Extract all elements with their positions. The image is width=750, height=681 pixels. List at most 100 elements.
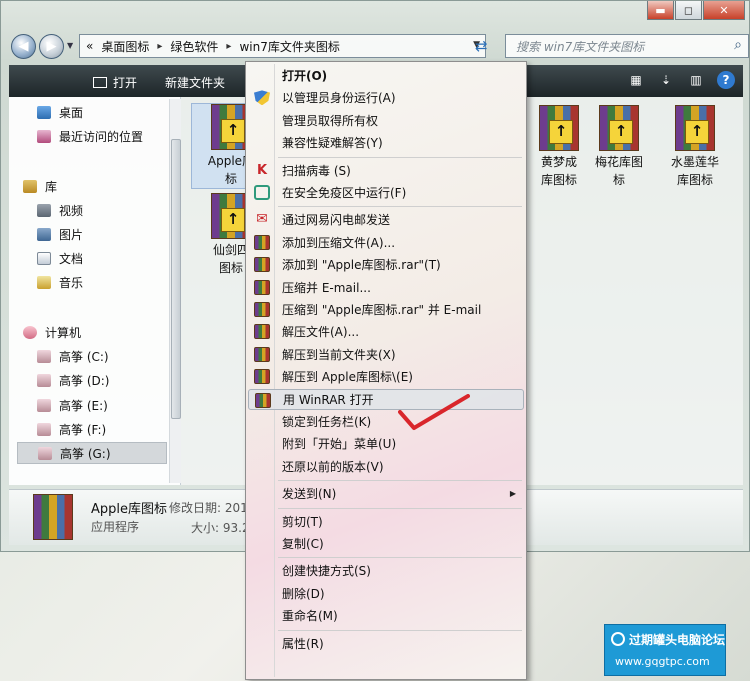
nav-label: 桌面	[59, 105, 84, 120]
menu-item[interactable]: 剪切(T)	[248, 511, 524, 532]
sandbox-icon	[254, 185, 270, 200]
menu-item-label: 重命名(M)	[282, 609, 338, 624]
file-item-shuimo[interactable]: 水墨莲华 库图标	[655, 105, 735, 189]
minimize-button[interactable]: ▬	[647, 1, 674, 20]
maximize-button[interactable]: ◻	[675, 1, 702, 20]
nav-label: 文档	[59, 251, 84, 266]
menu-item[interactable]: 压缩到 "Apple库图标.rar" 并 E-mail	[248, 299, 524, 320]
search-icon[interactable]: ⌕	[734, 37, 742, 53]
back-button[interactable]: ◀	[11, 34, 36, 59]
winrar-file-icon	[33, 494, 73, 540]
nav-item-drive-g[interactable]: 高筝 (G:)	[17, 442, 167, 464]
nav-item-drive-e[interactable]: 高筝 (E:)	[37, 394, 108, 416]
menu-item-label: 属性(R)	[282, 636, 324, 651]
winrar-file-icon	[599, 105, 639, 151]
menu-item-label: 解压文件(A)...	[282, 325, 360, 340]
menu-item[interactable]: 用 WinRAR 打开	[248, 388, 524, 410]
menu-item[interactable]: 发送到(N) ▶	[248, 483, 524, 504]
winrar-icon	[255, 392, 271, 408]
nav-item-drive-d[interactable]: 高筝 (D:)	[37, 369, 109, 391]
menu-separator	[278, 480, 522, 482]
nav-label: 最近访问的位置	[59, 129, 144, 144]
nav-item-drive-c[interactable]: 高筝 (C:)	[37, 345, 109, 367]
new-folder-button[interactable]: 新建文件夹	[165, 74, 225, 91]
menu-item[interactable]: 添加到压缩文件(A)...	[248, 232, 524, 253]
refresh-icon[interactable]: ⇄	[475, 37, 488, 55]
recent-pages-dropdown[interactable]: ▼	[67, 41, 73, 50]
menu-item[interactable]: 解压到 Apple库图标\(E)	[248, 366, 524, 387]
details-size: 大小: 93.2	[191, 521, 250, 535]
menu-item[interactable]: 管理员取得所有权	[248, 110, 524, 131]
menu-item[interactable]: 兼容性疑难解答(Y)	[248, 132, 524, 153]
nav-scrollbar[interactable]	[169, 99, 181, 483]
nav-item-documents[interactable]: 文档	[37, 247, 83, 269]
context-menu: 打开(O) 以管理员身份运行(A) 管理员取得所有权 兼容性疑难解答(Y) K 扫描病毒 …	[245, 61, 527, 680]
menu-item[interactable]: 还原以前的版本(V)	[248, 456, 524, 477]
menu-item[interactable]: 复制(C)	[248, 533, 524, 554]
details-file-name: Apple库图标	[91, 502, 168, 517]
view-dropdown-icon[interactable]: ⇣	[657, 71, 675, 89]
menu-item[interactable]: 添加到 "Apple库图标.rar"(T)	[248, 254, 524, 275]
nav-item-libraries[interactable]: 库	[23, 175, 57, 197]
nav-item-recent-places[interactable]: 最近访问的位置	[37, 125, 143, 147]
breadcrumb-item[interactable]: 桌面图标	[101, 38, 149, 55]
submenu-arrow-icon: ▶	[509, 489, 516, 499]
menu-item-label: 兼容性疑难解答(Y)	[282, 136, 383, 151]
view-options-icon[interactable]: ▦	[627, 71, 645, 89]
open-button[interactable]: 打开	[93, 74, 137, 91]
menu-item-label: 删除(D)	[282, 586, 325, 601]
winrar-file-icon	[675, 105, 715, 151]
menu-item[interactable]: 附到「开始」菜单(U)	[248, 433, 524, 454]
nav-item-music[interactable]: 音乐	[37, 271, 83, 293]
menu-item-label: 剪切(T)	[282, 514, 323, 529]
menu-item[interactable]: 在安全免疫区中运行(F)	[248, 182, 524, 203]
menu-item[interactable]: 删除(D)	[248, 583, 524, 604]
menu-item[interactable]: K 扫描病毒 (S)	[248, 160, 524, 181]
breadcrumb-overflow[interactable]: «	[86, 39, 93, 53]
preview-pane-icon[interactable]: ▥	[687, 71, 705, 89]
desktop-icon	[37, 105, 51, 119]
nav-item-pictures[interactable]: 图片	[37, 223, 83, 245]
menu-separator	[278, 156, 522, 158]
menu-item[interactable]: 重命名(M)	[248, 605, 524, 626]
menu-item[interactable]: 解压到当前文件夹(X)	[248, 344, 524, 365]
menu-item[interactable]: ✉ 通过网易闪电邮发送	[248, 209, 524, 230]
menu-item[interactable]: 解压文件(A)...	[248, 321, 524, 342]
menu-item[interactable]: 属性(R)	[248, 633, 524, 654]
breadcrumb-item[interactable]: 绿色软件	[170, 38, 218, 55]
menu-item[interactable]: 打开(O)	[248, 65, 524, 86]
nav-label: 高筝 (D:)	[59, 373, 110, 388]
menu-item-label: 添加到压缩文件(A)...	[282, 235, 396, 250]
search-input[interactable]: 搜索 win7库文件夹图标 ⌕	[505, 34, 749, 58]
file-item-meihua[interactable]: 梅花库图 标	[579, 105, 659, 189]
help-icon[interactable]: ?	[717, 71, 735, 89]
menu-separator	[278, 557, 522, 559]
scrollbar-thumb[interactable]	[171, 139, 181, 419]
menu-item-label: 管理员取得所有权	[282, 113, 379, 128]
menu-separator	[278, 206, 522, 208]
forward-button[interactable]: ▶	[39, 34, 64, 59]
menu-item-label: 压缩并 E-mail...	[282, 280, 371, 295]
menu-item-label: 附到「开始」菜单(U)	[282, 437, 397, 452]
menu-item-label: 发送到(N)	[282, 487, 337, 502]
nav-item-computer[interactable]: 计算机	[23, 321, 81, 343]
menu-item[interactable]: 压缩并 E-mail...	[248, 277, 524, 298]
address-bar[interactable]: « 桌面图标 ▸ 绿色软件 ▸ win7库文件夹图标 ▼	[79, 34, 486, 58]
nav-item-videos[interactable]: 视频	[37, 199, 83, 221]
menu-item[interactable]: 锁定到任务栏(K)	[248, 411, 524, 432]
menu-item[interactable]: 以管理员身份运行(A)	[248, 87, 524, 108]
menu-item[interactable]: 创建快捷方式(S)	[248, 560, 524, 581]
pictures-library-icon	[37, 227, 51, 241]
menu-item-label: 创建快捷方式(S)	[282, 564, 371, 579]
menu-item-label: 用 WinRAR 打开	[283, 392, 374, 407]
close-button[interactable]: ✕	[703, 1, 745, 20]
menu-item-label: 锁定到任务栏(K)	[282, 415, 372, 429]
breadcrumb-separator-icon[interactable]: ▸	[226, 41, 231, 52]
breadcrumb-item[interactable]: win7库文件夹图标	[239, 38, 339, 55]
winrar-icon	[254, 346, 270, 362]
nav-item-drive-f[interactable]: 高筝 (F:)	[37, 418, 106, 440]
nav-label: 高筝 (G:)	[60, 446, 111, 461]
library-icon	[23, 179, 37, 193]
nav-item-desktop[interactable]: 桌面	[37, 101, 83, 123]
breadcrumb-separator-icon[interactable]: ▸	[157, 41, 162, 52]
